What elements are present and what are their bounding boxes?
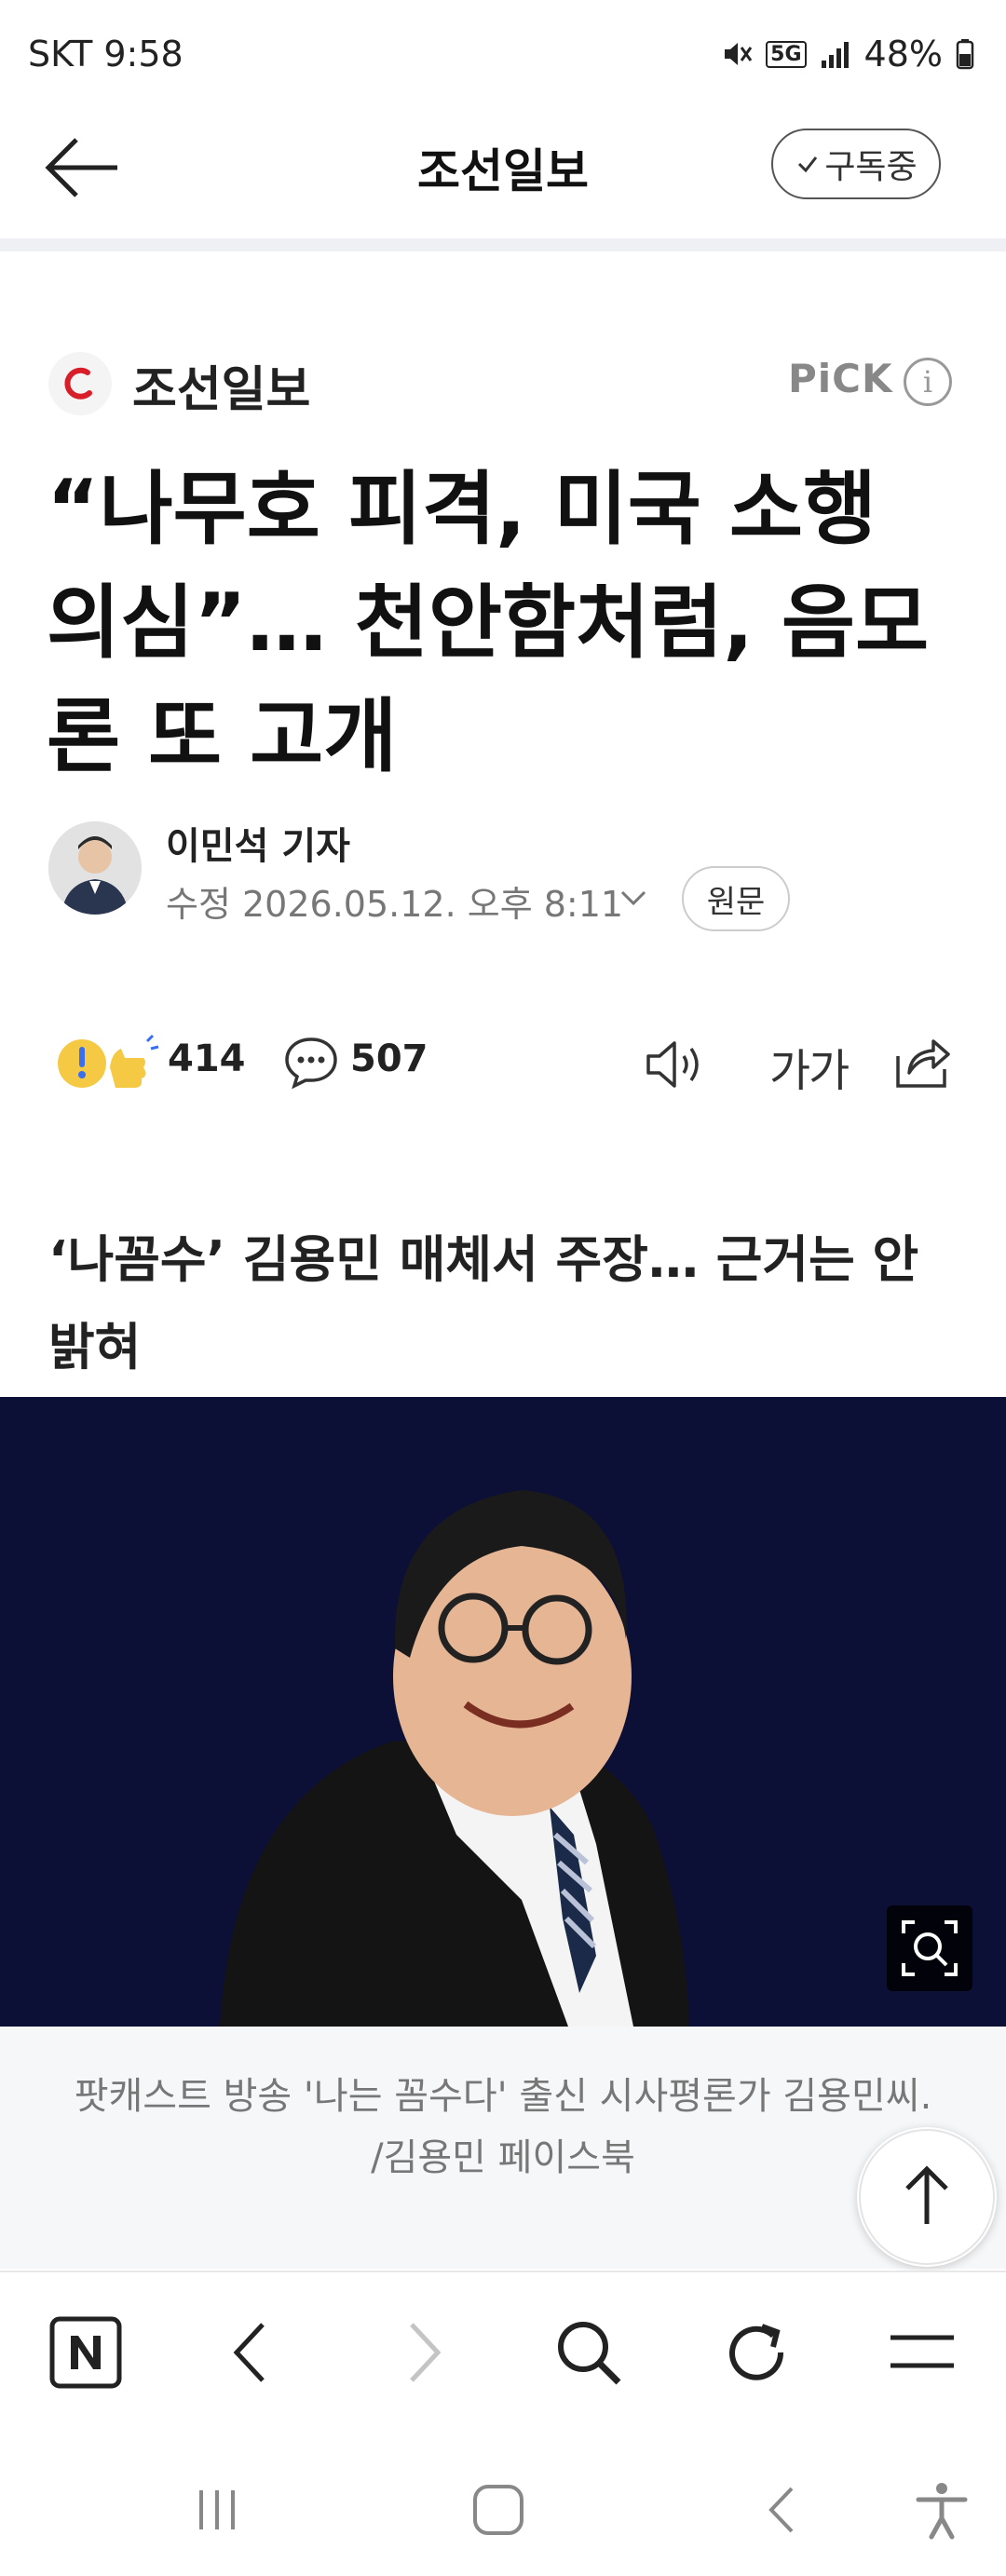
pick-badge: PiCK xyxy=(788,356,893,401)
battery-icon xyxy=(956,39,974,70)
author-avatar[interactable] xyxy=(48,821,142,915)
source-button[interactable]: 원문 xyxy=(682,866,790,931)
info-icon[interactable]: i xyxy=(904,358,952,406)
battery-percent: 48% xyxy=(863,34,943,75)
subscribe-button[interactable]: 구독중 xyxy=(771,129,941,199)
reaction-count: 414 xyxy=(168,1037,246,1080)
article-headline: “나무호 피격, 미국 소행 의심”… 천안함처럼, 음모론 또 고개 xyxy=(47,463,930,783)
carrier-time: SKT 9:58 xyxy=(28,34,184,75)
refresh-icon[interactable] xyxy=(719,2315,794,2390)
scroll-top-button[interactable] xyxy=(857,2127,997,2267)
recent-apps-icon[interactable] xyxy=(184,2477,250,2542)
zoom-icon[interactable] xyxy=(887,1905,972,1991)
article-subheadline: ‘나꼼수’ 김용민 매체서 주장… 근거는 안 밝혀 xyxy=(48,1230,919,1376)
reaction-emoji-icon[interactable] xyxy=(54,1030,162,1095)
network-label: 5G xyxy=(766,40,807,68)
browser-toolbar xyxy=(0,2271,1006,2431)
font-size-label: 가가 xyxy=(769,1045,850,1097)
comment-icon[interactable] xyxy=(283,1034,339,1090)
mute-icon xyxy=(725,43,753,65)
status-icons: 5G 48% xyxy=(721,34,974,75)
search-icon[interactable] xyxy=(551,2315,626,2390)
press-name[interactable]: 조선일보 xyxy=(132,350,310,420)
person-photo-icon xyxy=(0,1397,1006,2027)
home-icon[interactable] xyxy=(466,2477,531,2542)
subscribe-label: 구독중 xyxy=(824,148,918,186)
author-photo-icon xyxy=(48,821,142,915)
accessibility-icon[interactable] xyxy=(909,2477,974,2542)
nav-back-icon[interactable] xyxy=(214,2315,289,2390)
press-logo[interactable] xyxy=(48,352,112,415)
chosun-logo-icon xyxy=(64,367,92,400)
header-divider xyxy=(0,238,1006,251)
chevron-down-icon[interactable] xyxy=(617,885,650,913)
author-name[interactable]: 이민석 기자 xyxy=(166,816,350,870)
speaker-icon[interactable] xyxy=(643,1036,708,1093)
naver-home-icon[interactable] xyxy=(48,2315,123,2390)
share-icon[interactable] xyxy=(892,1032,954,1093)
edit-timestamp: 수정 2026.05.12. 오후 8:11 xyxy=(166,884,624,925)
menu-icon[interactable] xyxy=(885,2315,959,2390)
comment-count[interactable]: 507 xyxy=(350,1037,428,1080)
system-back-icon[interactable] xyxy=(749,2477,814,2542)
nav-forward-icon xyxy=(410,2323,442,2382)
font-size-button[interactable]: 가가 xyxy=(769,1034,850,1099)
check-icon xyxy=(798,156,818,173)
signal-icon xyxy=(821,42,849,68)
photo-caption: 팟캐스트 방송 '나는 꼼수다' 출신 시사평론가 김용민씨. /김용민 페이스… xyxy=(74,2075,932,2179)
article-photo[interactable] xyxy=(0,1397,1006,2027)
